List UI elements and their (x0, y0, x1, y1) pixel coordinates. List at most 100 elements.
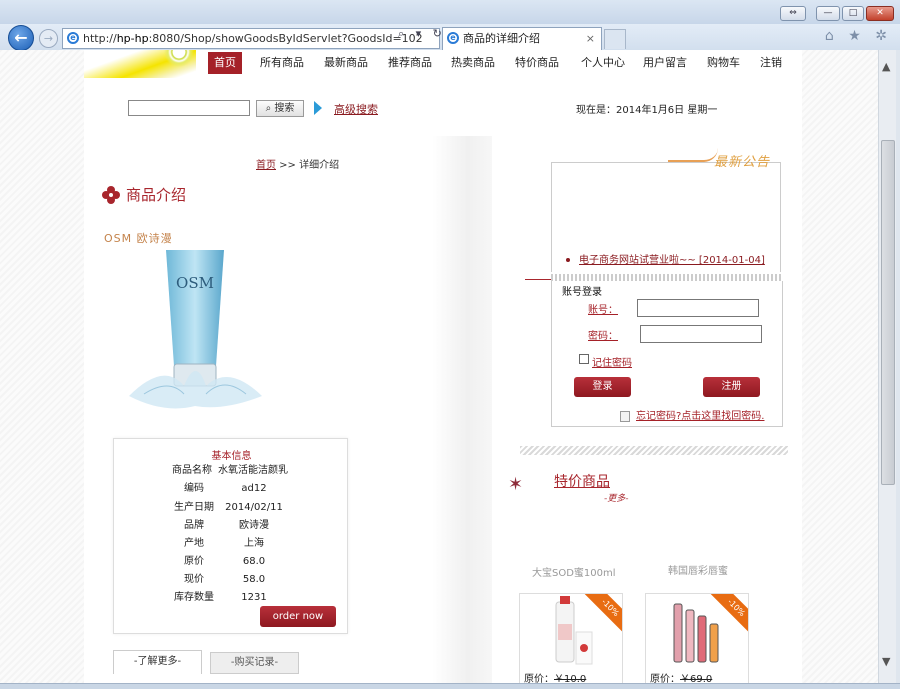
special-item-name[interactable]: 韩国唇彩唇蜜 (668, 562, 728, 577)
close-button[interactable]: ✕ (866, 6, 894, 21)
maximize-button[interactable]: □ (842, 6, 864, 21)
menu-item-profile[interactable]: 个人中心 (581, 52, 625, 74)
column-divider (432, 136, 492, 683)
menu-item-logout[interactable]: 注销 (760, 52, 782, 74)
address-tools[interactable]: ⌕ ▾ ↻ (398, 27, 446, 41)
notice-link[interactable]: 电子商务网站试营业啦~~ [2014-01-04] (579, 255, 765, 266)
login-title: 账号登录 (562, 287, 602, 298)
remember-label[interactable]: 记住密码 (592, 354, 632, 369)
breadcrumb: 首页 >> 详细介绍 (256, 156, 339, 171)
tube-label: OSM (176, 274, 214, 292)
info-value: 2014/02/11 (225, 502, 283, 513)
password-label: 密码： (588, 331, 618, 342)
order-now-button[interactable]: order now (260, 606, 336, 627)
notice-item: 电子商务网站试营业啦~~ [2014-01-04] (566, 251, 765, 266)
star-icon: ✶ (508, 474, 524, 495)
scroll-up-icon[interactable]: ▲ (882, 60, 890, 73)
page-content: 首页 所有商品 最新商品 推荐商品 热卖商品 特价商品 个人中心 用户留言 购物… (84, 50, 802, 683)
menu-item-hot[interactable]: 热卖商品 (451, 52, 495, 74)
menu-item-all[interactable]: 所有商品 (260, 52, 304, 74)
price-label: 原价： (524, 674, 554, 683)
document-icon (620, 410, 630, 422)
arrow-icon (314, 101, 322, 115)
url-host: hp-hp (116, 32, 149, 45)
new-tab-button[interactable] (604, 29, 626, 49)
ie-page-icon: e (67, 32, 79, 44)
tab-close-icon[interactable]: × (586, 28, 595, 49)
tab-learn-more[interactable]: -了解更多- (113, 650, 202, 674)
advanced-search-link[interactable]: 高级搜索 (334, 101, 378, 117)
info-row: 产地 上海 (114, 536, 349, 552)
forgot-password-link[interactable]: 忘记密码?点击这里找回密码. (636, 411, 765, 422)
specials-more-link[interactable]: -更多- (604, 491, 629, 504)
url-prefix: http:// (83, 32, 117, 45)
address-bar[interactable]: e http://hp-hp:8080/Shop/showGoodsByIdSe… (62, 28, 440, 49)
tab-ie-icon: e (447, 32, 459, 44)
browser-tab[interactable]: e 商品的详细介绍 × (442, 27, 602, 50)
product-image[interactable]: OSM (124, 246, 266, 416)
compat-view-icon[interactable]: ⇔ (780, 6, 806, 21)
info-row: 生产日期 2014/02/11 (114, 500, 349, 516)
register-button[interactable]: 注册 (703, 377, 760, 397)
password-input[interactable] (640, 325, 762, 343)
price-value: ￥69.0 (680, 674, 713, 683)
hatch-divider (520, 446, 788, 455)
info-row: 原价 68.0 (114, 554, 349, 570)
tab-purchase-records[interactable]: -购买记录- (210, 652, 299, 674)
notice-title: 最新公告 (714, 155, 771, 170)
special-item-name[interactable]: 大宝SOD蜜100ml (532, 564, 616, 579)
info-value: 1231 (241, 592, 267, 603)
status-bar (0, 683, 900, 689)
account-label: 账号： (588, 305, 618, 316)
info-value: 上海 (244, 538, 264, 549)
breadcrumb-home[interactable]: 首页 (256, 160, 276, 171)
forgot-password: 忘记密码?点击这里找回密码. (620, 407, 765, 422)
info-value: ad12 (241, 483, 267, 494)
info-row: 现价 58.0 (114, 572, 349, 588)
browser-toolbar: ← → e http://hp-hp:8080/Shop/showGoodsBy… (0, 24, 900, 51)
account-input[interactable] (637, 299, 759, 317)
minimize-button[interactable]: — (816, 6, 840, 21)
divider (525, 279, 552, 280)
menu-item-new[interactable]: 最新商品 (324, 52, 368, 74)
info-row: 品牌 欧诗漫 (114, 518, 349, 534)
search-input[interactable] (128, 100, 250, 116)
menu-item-recommended[interactable]: 推荐商品 (388, 52, 432, 74)
breadcrumb-sep: >> (276, 160, 300, 171)
login-button[interactable]: 登录 (574, 377, 631, 397)
swirl-decoration (668, 148, 718, 162)
info-row: 编码 ad12 (114, 481, 349, 497)
menu-item-specials[interactable]: 特价商品 (515, 52, 559, 74)
login-panel: 账号登录 账号： 密码： 记住密码 登录 注册 忘记密码?点击这里找回密码. (551, 281, 783, 427)
forward-button[interactable]: → (39, 29, 58, 48)
special-item-price: 原价：￥69.0 (650, 670, 712, 683)
search-button[interactable]: ⌕ 搜索 (256, 100, 304, 117)
browser-tools[interactable]: ⌂ ★ ✲ (825, 28, 892, 44)
flower-icon (102, 186, 120, 204)
price-label: 原价： (650, 674, 680, 683)
url-rest: :8080/Shop/showGoodsByIdServlet?GoodsId=… (148, 32, 423, 45)
back-button[interactable]: ← (8, 25, 34, 51)
brand-logo: OSM 欧诗漫 (104, 232, 173, 245)
bullet-icon (566, 258, 570, 262)
tab-title: 商品的详细介绍 (463, 32, 540, 45)
search-button-label: 搜索 (274, 103, 295, 114)
info-row: 商品名称 水氧活能洁颜乳 (114, 463, 349, 479)
scroll-thumb[interactable] (881, 140, 895, 485)
special-item-price: 原价：￥10.0 (524, 670, 586, 683)
menu-item-home[interactable]: 首页 (208, 52, 242, 74)
specials-title[interactable]: 特价商品 (554, 471, 610, 491)
remember-checkbox[interactable] (579, 354, 589, 364)
menu-item-cart[interactable]: 购物车 (707, 52, 740, 74)
info-value: 58.0 (242, 574, 266, 585)
page-viewport: 首页 所有商品 最新商品 推荐商品 热卖商品 特价商品 个人中心 用户留言 购物… (0, 50, 878, 683)
vertical-scrollbar[interactable]: ▲ ▼ (878, 50, 896, 683)
site-logo[interactable] (84, 50, 196, 78)
info-label: 商品名称 (172, 465, 212, 476)
price-value: ￥10.0 (554, 674, 587, 683)
info-value: 欧诗漫 (239, 520, 269, 531)
scroll-down-icon[interactable]: ▼ (882, 655, 890, 668)
basic-info-panel: 基本信息 商品名称 水氧活能洁颜乳 编码 ad12 生产日期 2014/02/11 品… (113, 438, 348, 634)
product-section-title: 商品介绍 (126, 186, 187, 204)
menu-item-messages[interactable]: 用户留言 (643, 52, 687, 74)
